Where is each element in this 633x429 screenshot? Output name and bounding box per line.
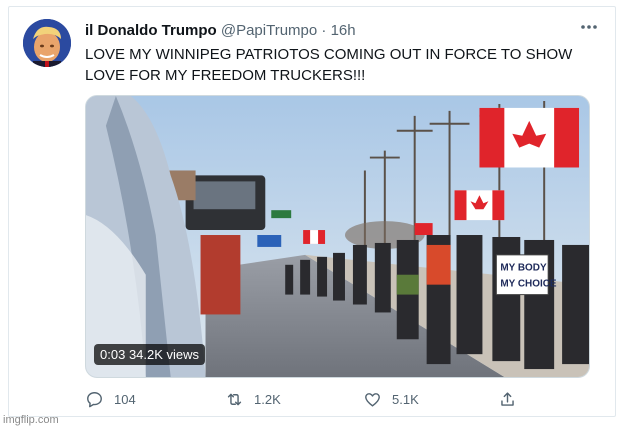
video-frame: MY BODY MY CHOICE [86, 96, 589, 377]
sign-text-line1: MY BODY [500, 263, 547, 274]
like-button[interactable]: 5.1K [363, 390, 419, 409]
display-name[interactable]: il Donaldo Trumpo [85, 22, 217, 39]
heart-icon [365, 393, 380, 407]
avatar-image [23, 19, 71, 67]
imgflip-watermark: imgflip.com [3, 414, 59, 426]
video-badge: 0:03 34.2K views [94, 344, 206, 365]
action-bar: 104 1.2K 5.1K [85, 390, 585, 412]
retweet-icon [227, 393, 242, 406]
share-button[interactable] [498, 390, 517, 409]
share-icon [501, 392, 514, 406]
sign-text-line2: MY CHOICE [500, 279, 557, 290]
more-horizontal-icon[interactable] [579, 17, 599, 42]
reply-count: 104 [114, 392, 136, 407]
video-player[interactable]: MY BODY MY CHOICE 0:03 34.2K views [85, 95, 590, 378]
retweet-count: 1.2K [254, 392, 281, 407]
reply-icon [87, 392, 102, 408]
avatar[interactable] [23, 19, 71, 67]
tweet-header: il Donaldo Trumpo @PapiTrumpo · 16h [85, 22, 356, 39]
video-timestamp: 0:03 [100, 347, 126, 362]
tweet-text: LOVE MY WINNIPEG PATRIOTOS COMING OUT IN… [85, 46, 573, 84]
user-handle[interactable]: @PapiTrumpo [221, 22, 317, 39]
separator-dot: · [321, 22, 327, 39]
tweet-timestamp[interactable]: 16h [331, 22, 356, 39]
video-views: 34.2K views [128, 347, 200, 362]
retweet-button[interactable]: 1.2K [225, 390, 281, 409]
tweet-card[interactable]: il Donaldo Trumpo @PapiTrumpo · 16h LOVE… [8, 6, 616, 417]
like-count: 5.1K [392, 392, 419, 407]
reply-button[interactable]: 104 [85, 390, 136, 409]
